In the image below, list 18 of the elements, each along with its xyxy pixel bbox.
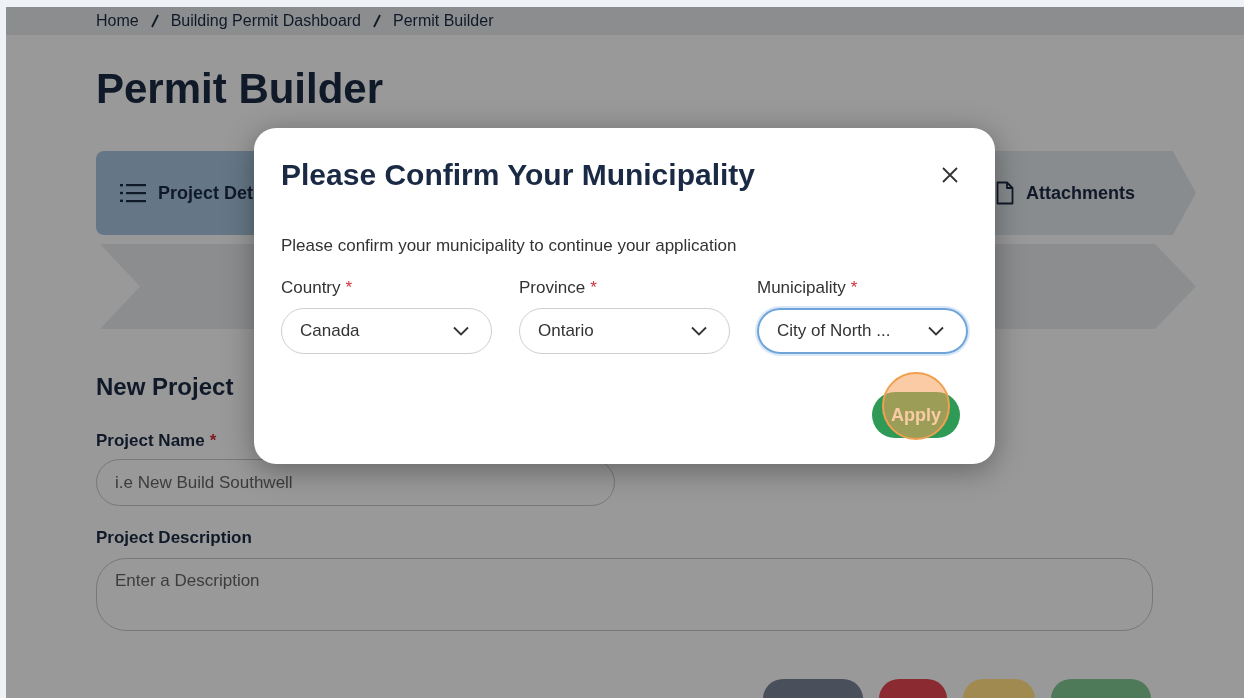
select-label: Country [281, 278, 341, 298]
field-label: Project Name [96, 431, 205, 451]
required-mark: * [345, 278, 353, 298]
breadcrumb-link[interactable]: Building Permit Dashboard [170, 12, 361, 30]
breadcrumb-link[interactable]: Home [96, 12, 139, 30]
section-title: New Project [96, 373, 235, 402]
select-label: Province [519, 278, 586, 298]
input-field[interactable]: i.e New Build Southwell [96, 459, 615, 506]
required-mark: * [850, 278, 858, 298]
select-label: Municipality [757, 278, 846, 298]
modal-message: Please confirm your municipality to continue your application [281, 236, 738, 256]
page-title: Permit Builder [96, 65, 385, 114]
required-mark: * [209, 431, 217, 451]
required-mark: * [590, 278, 597, 298]
text-area[interactable]: Enter a Description [96, 558, 1153, 631]
dropdown-select[interactable]: City of North ... [757, 308, 968, 354]
field-label: Project Description [96, 528, 252, 548]
breadcrumb-link[interactable]: Permit Builder [393, 12, 494, 30]
